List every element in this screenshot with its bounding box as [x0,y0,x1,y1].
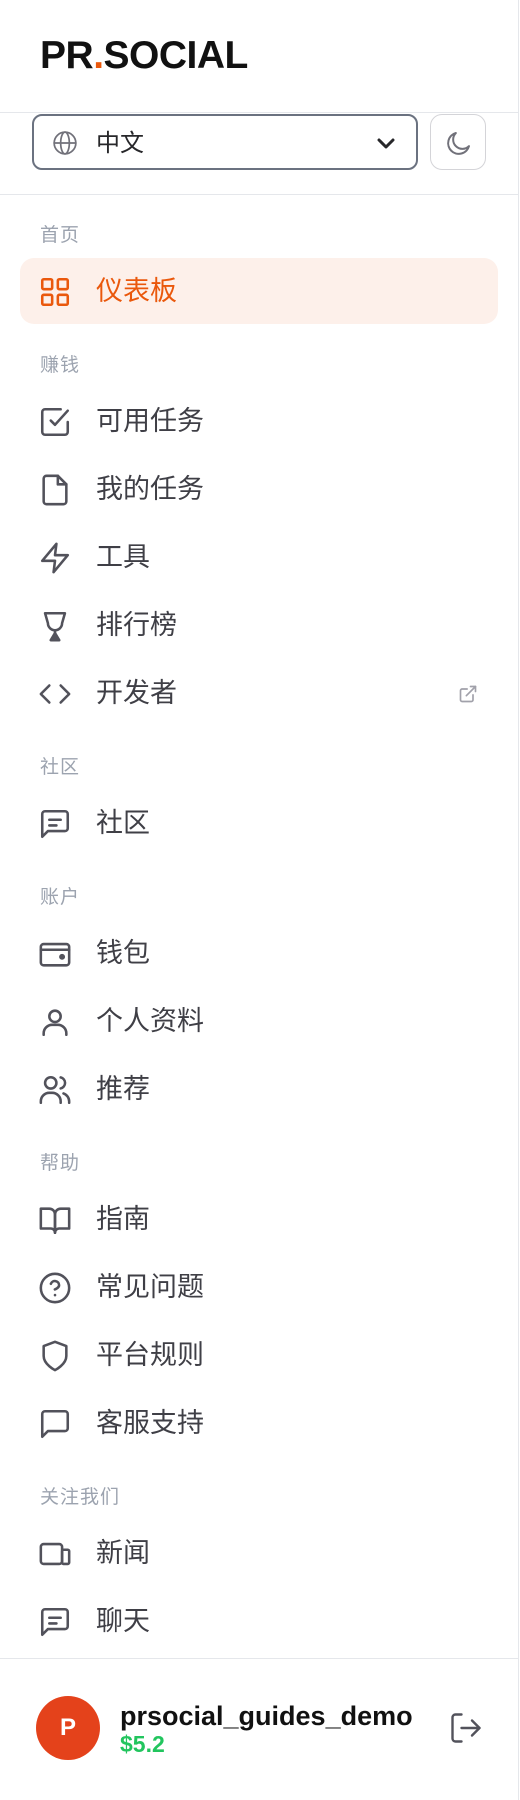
brand-logo[interactable]: PR.SOCIAL [40,33,248,79]
section-label-home: 首页 [40,224,81,246]
section-label-community: 社区 [40,756,81,778]
avatar[interactable]: P [36,1696,100,1760]
file-icon [38,473,72,507]
nav-item-available-tasks[interactable]: 可用任务 [20,388,498,454]
shield-icon [38,1339,72,1373]
section-label-earn: 赚钱 [40,354,81,376]
code-icon [38,677,72,711]
nav-item-tools[interactable]: 工具 [20,524,498,590]
nav-item-community[interactable]: 社区 [20,790,498,856]
nav-item-wallet[interactable]: 钱包 [20,920,498,986]
nav-item-label: 仪表板 [96,276,177,307]
nav-item-platform-rules[interactable]: 平台规则 [20,1322,498,1388]
users-icon [38,1073,72,1107]
nav-item-faq[interactable]: 常见问题 [20,1254,498,1320]
nav-item-label: 可用任务 [96,406,204,437]
chevron-down-icon [374,131,398,155]
nav-item-label: 平台规则 [96,1340,204,1371]
nav-item-support[interactable]: 客服支持 [20,1390,498,1456]
checkbox-icon [38,405,72,439]
nav-item-label: 指南 [96,1204,150,1235]
help-circle-icon [38,1271,72,1305]
logo-bar: PR.SOCIAL [0,0,519,113]
user-icon [38,1005,72,1039]
nav-item-developers[interactable]: 开发者 [20,660,498,726]
message-square-text-icon [38,807,72,841]
message-square-icon [38,1407,72,1441]
external-link-icon [458,684,478,704]
language-select[interactable]: 中文 [32,114,418,170]
balance: $5.2 [120,1731,165,1757]
logout-icon [451,1713,481,1743]
sidebar: PR.SOCIAL 中文 首页 仪表板 赚钱 可用任务 我的任务 工具 排行榜 … [0,0,519,1800]
grid-icon [38,275,72,309]
username: prsocial_guides_demo [120,1701,413,1731]
nav-item-label: 个人资料 [96,1006,204,1037]
nav-item-label: 社区 [96,808,150,839]
language-value: 中文 [96,129,144,157]
news-devices-icon [38,1537,72,1571]
chat-icon [38,1605,72,1639]
nav-item-label: 开发者 [96,678,177,709]
footer-divider [0,1658,519,1659]
divider [0,194,519,195]
nav-item-leaderboard[interactable]: 排行榜 [20,592,498,658]
nav-item-label: 排行榜 [96,610,177,641]
book-open-icon [38,1203,72,1237]
trophy-icon [38,609,72,643]
nav-item-chat[interactable]: 聊天 [20,1588,498,1654]
nav-item-label: 推荐 [96,1074,150,1105]
section-label-account: 账户 [40,886,81,908]
nav-item-my-tasks[interactable]: 我的任务 [20,456,498,522]
nav-item-label: 我的任务 [96,474,204,505]
section-label-help: 帮助 [40,1152,81,1174]
nav-item-label: 聊天 [96,1606,150,1637]
globe-icon [52,130,78,156]
nav-item-profile[interactable]: 个人资料 [20,988,498,1054]
nav-item-label: 工具 [96,542,150,573]
nav-item-label: 常见问题 [96,1272,204,1303]
wallet-icon [38,937,72,971]
nav-item-label: 客服支持 [96,1408,204,1439]
nav-item-news[interactable]: 新闻 [20,1520,498,1586]
moon-icon [447,132,470,155]
logout-button[interactable] [448,1710,484,1746]
nav-item-label: 钱包 [96,938,150,969]
lightning-icon [38,541,72,575]
theme-toggle-button[interactable] [430,114,486,170]
nav-item-dashboard[interactable]: 仪表板 [20,258,498,324]
nav-item-referrals[interactable]: 推荐 [20,1056,498,1122]
nav-item-label: 新闻 [96,1538,150,1569]
nav-item-guide[interactable]: 指南 [20,1186,498,1252]
section-label-follow-us: 关注我们 [40,1486,121,1508]
